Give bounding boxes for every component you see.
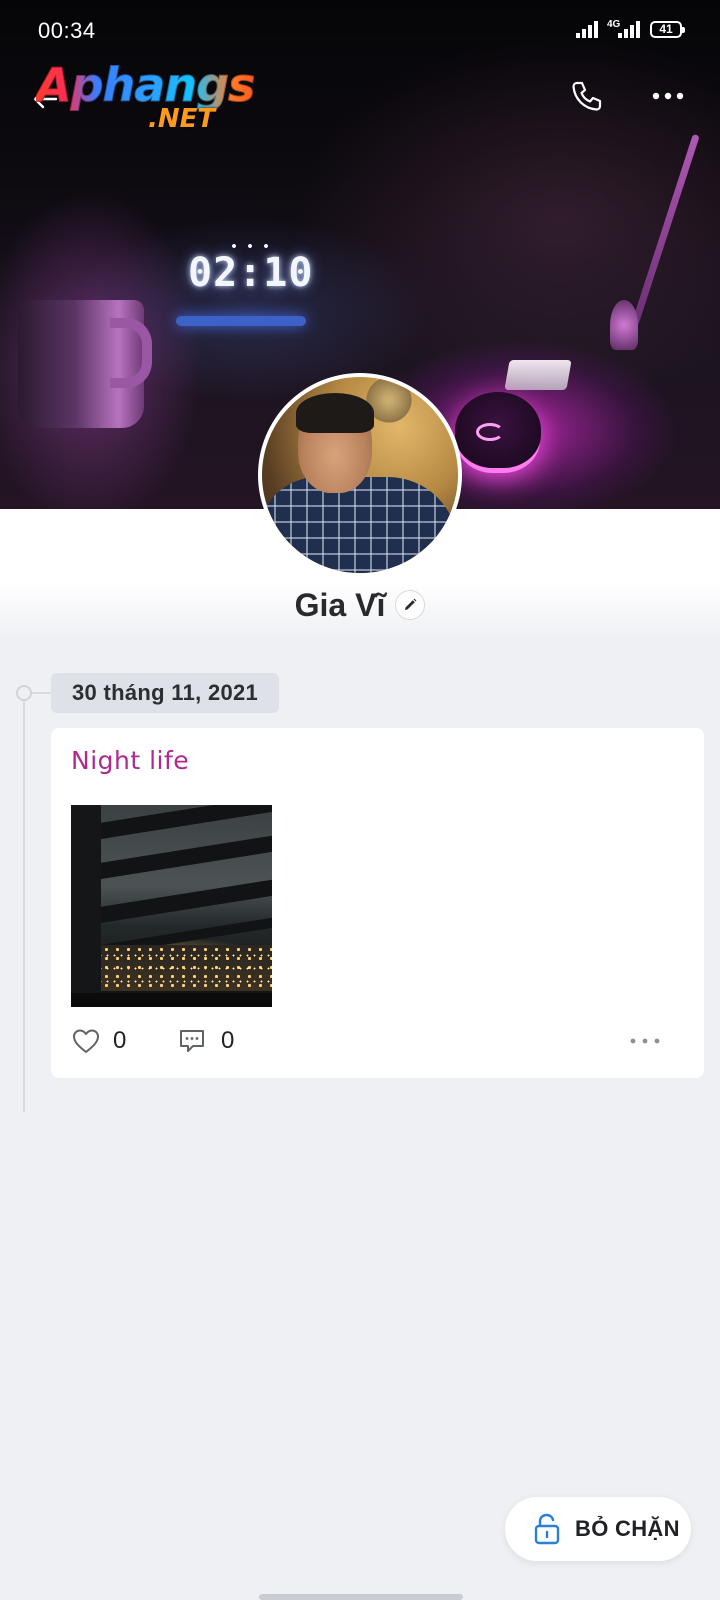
more-options-button[interactable] xyxy=(650,84,686,108)
unblock-button[interactable]: BỎ CHẶN xyxy=(505,1497,691,1561)
cover-clock-text: 02:10 xyxy=(188,250,314,296)
timeline-dot xyxy=(16,685,32,701)
cover-decor xyxy=(610,300,638,350)
comment-icon xyxy=(180,1030,204,1052)
home-indicator[interactable] xyxy=(259,1594,463,1600)
profile-name: Gia Vĩ xyxy=(294,586,386,623)
post-photo[interactable] xyxy=(71,805,272,1007)
cover-decor xyxy=(176,316,306,326)
watermark-suffix: .NET xyxy=(148,104,216,134)
watermark-brand: Aphangs xyxy=(35,58,255,113)
comment-button[interactable]: 0 xyxy=(177,1024,234,1058)
status-bar: 00:34 4G 41 xyxy=(0,0,720,60)
phone-icon xyxy=(572,81,602,111)
heart-icon xyxy=(73,1029,99,1053)
post-card[interactable]: Night life 0 0 xyxy=(51,728,704,1078)
battery-level: 41 xyxy=(659,22,673,36)
pencil-icon xyxy=(405,598,417,610)
battery-icon: 41 xyxy=(650,21,685,38)
cover-decor xyxy=(232,244,280,248)
cover-decor xyxy=(476,423,504,441)
cover-decor xyxy=(631,133,700,327)
cover-decor xyxy=(110,318,152,388)
more-horizontal-icon xyxy=(630,1038,660,1044)
watermark-logo: Aphangs .NET xyxy=(35,58,266,138)
signal-icon xyxy=(576,20,598,38)
call-button[interactable] xyxy=(568,78,604,114)
comment-count: 0 xyxy=(221,1027,235,1054)
profile-name-row: Gia Vĩ xyxy=(0,580,720,630)
post-more-button[interactable] xyxy=(629,1034,661,1048)
unblock-label: BỎ CHẶN xyxy=(575,1516,680,1541)
avatar-photo xyxy=(262,377,458,573)
unlock-icon xyxy=(534,1513,560,1545)
post-title: Night life xyxy=(71,746,190,775)
cover-decor xyxy=(504,360,572,390)
avatar[interactable] xyxy=(258,373,462,577)
status-time: 00:34 xyxy=(38,18,96,43)
more-horizontal-icon xyxy=(652,92,684,100)
timeline-date: 30 tháng 11, 2021 xyxy=(51,673,280,713)
timeline-line xyxy=(23,692,25,1112)
like-count: 0 xyxy=(113,1027,127,1054)
like-button[interactable]: 0 xyxy=(71,1024,126,1058)
timeline-connector xyxy=(32,692,52,694)
edit-name-button[interactable] xyxy=(395,590,426,620)
signal-icon xyxy=(618,20,640,38)
